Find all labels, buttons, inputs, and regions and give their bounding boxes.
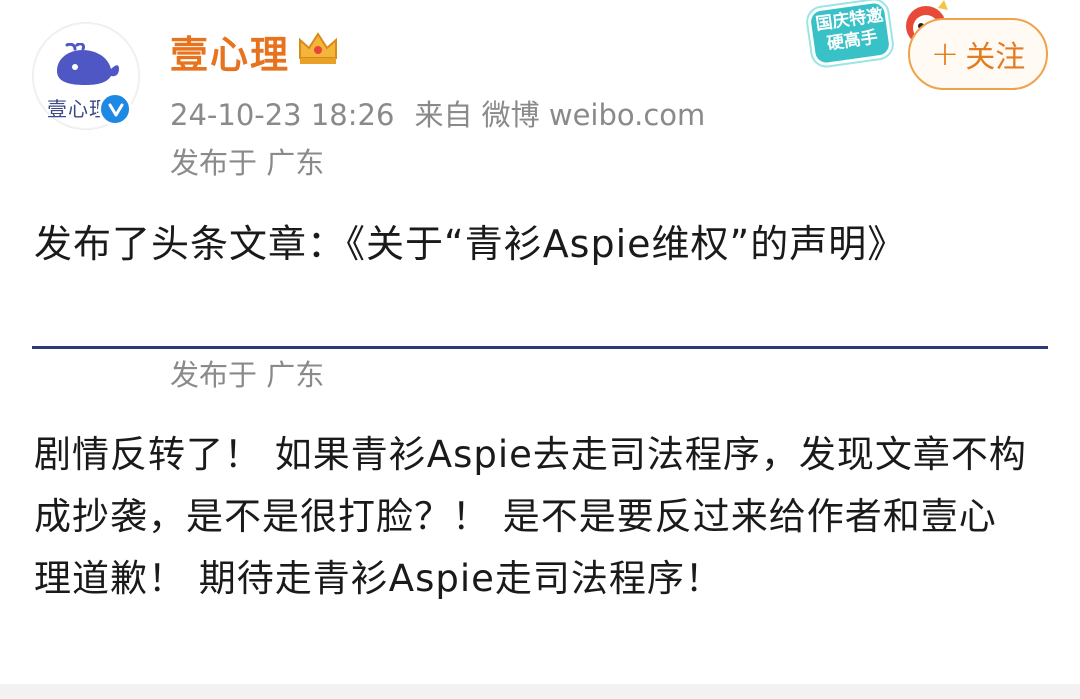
plus-icon: + [930, 34, 960, 74]
follow-label: 关注 [965, 40, 1026, 75]
comment-location: 发布于 广东 [170, 358, 325, 392]
comment-content: 剧情反转了！ 如果青衫Aspie去走司法程序，发现文章不构成抄袭，是不是很打脸？… [34, 433, 1027, 600]
weibo-post-screen: 壹心理 壹心理 24-10-23 18:26 来自 微博 weibo.com 发布… [0, 0, 1080, 699]
post-meta: 24-10-23 18:26 来自 微博 weibo.com [170, 92, 725, 134]
crown-icon [299, 32, 337, 64]
bottom-strip [0, 684, 1080, 699]
username[interactable]: 壹心理 [170, 24, 290, 79]
timestamp: 24-10-23 18:26 [170, 98, 395, 132]
follow-button[interactable]: + 关注 [908, 18, 1048, 90]
whale-logo-icon [57, 43, 119, 85]
post-content[interactable]: 发布了头条文章：《关于“青衫Aspie维权”的声明》 [34, 216, 994, 272]
verified-icon [98, 92, 132, 126]
post-source: 来自 微博 weibo.com [414, 98, 706, 132]
post-location: 发布于 广东 [170, 146, 325, 180]
divider [32, 346, 1048, 349]
